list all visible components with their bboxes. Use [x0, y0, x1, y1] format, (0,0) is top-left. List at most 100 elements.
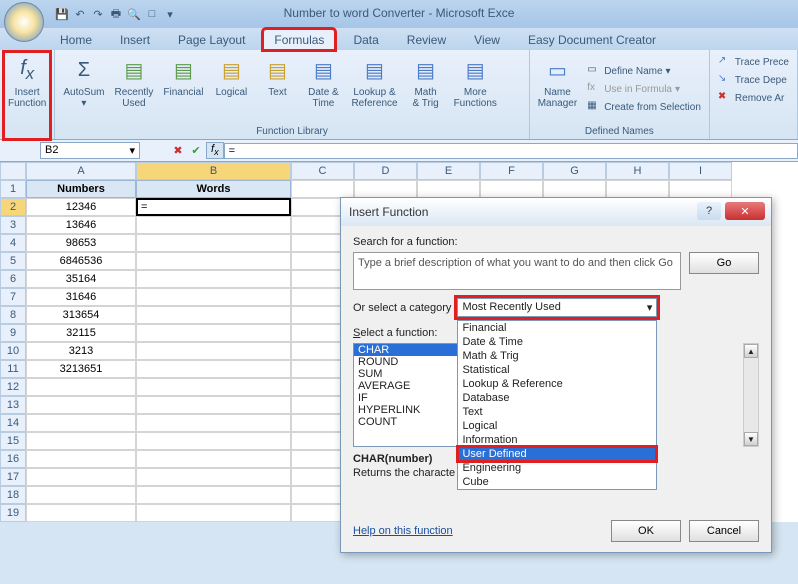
- cell[interactable]: [26, 378, 136, 396]
- cell[interactable]: [136, 486, 291, 504]
- formula-input[interactable]: =: [224, 143, 798, 159]
- dialog-help-button[interactable]: ?: [697, 202, 721, 220]
- help-link[interactable]: Help on this function: [353, 525, 453, 537]
- row-header[interactable]: 11: [0, 360, 26, 378]
- cell[interactable]: 32115: [26, 324, 136, 342]
- cell[interactable]: 12346: [26, 198, 136, 216]
- row-header[interactable]: 12: [0, 378, 26, 396]
- col-header-a[interactable]: A: [26, 162, 136, 180]
- use-in-formula-button[interactable]: fxUse in Formula ▾: [585, 81, 703, 97]
- define-name-button[interactable]: ▭Define Name ▾: [585, 63, 703, 79]
- col-header-c[interactable]: C: [291, 162, 354, 180]
- row-header[interactable]: 13: [0, 396, 26, 414]
- date-time-button[interactable]: ▤Date & Time: [301, 52, 345, 126]
- col-header-e[interactable]: E: [417, 162, 480, 180]
- cell[interactable]: Numbers: [26, 180, 136, 198]
- cell[interactable]: [136, 360, 291, 378]
- cell[interactable]: [136, 306, 291, 324]
- tab-home[interactable]: Home: [50, 30, 102, 50]
- cell[interactable]: [136, 396, 291, 414]
- tab-data[interactable]: Data: [343, 30, 388, 50]
- row-header[interactable]: 17: [0, 468, 26, 486]
- category-option[interactable]: Math & Trig: [458, 349, 656, 363]
- function-item[interactable]: SUM: [354, 368, 462, 380]
- row-header[interactable]: 4: [0, 234, 26, 252]
- insert-function-button[interactable]: fx Insert Function: [4, 52, 50, 139]
- cell[interactable]: [26, 450, 136, 468]
- function-list-scrollbar[interactable]: ▲ ▼: [743, 343, 759, 447]
- scroll-down-icon[interactable]: ▼: [744, 432, 758, 446]
- category-select[interactable]: Most Recently Used ▾: [457, 298, 657, 317]
- cell[interactable]: 13646: [26, 216, 136, 234]
- dialog-close-button[interactable]: ✕: [725, 202, 765, 220]
- logical-button[interactable]: ▤Logical: [209, 52, 253, 126]
- col-header-h[interactable]: H: [606, 162, 669, 180]
- row-header[interactable]: 15: [0, 432, 26, 450]
- save-icon[interactable]: 💾: [54, 6, 70, 22]
- cell[interactable]: [136, 378, 291, 396]
- row-header[interactable]: 19: [0, 504, 26, 522]
- ok-button[interactable]: OK: [611, 520, 681, 542]
- row-header[interactable]: 18: [0, 486, 26, 504]
- redo-icon[interactable]: ↷: [90, 6, 106, 22]
- row-header[interactable]: 6: [0, 270, 26, 288]
- row-header[interactable]: 8: [0, 306, 26, 324]
- enter-formula-icon[interactable]: ✔: [188, 143, 204, 159]
- category-option[interactable]: Lookup & Reference: [458, 377, 656, 391]
- row-header[interactable]: 7: [0, 288, 26, 306]
- row-header[interactable]: 9: [0, 324, 26, 342]
- cell[interactable]: [136, 468, 291, 486]
- cell[interactable]: 3213: [26, 342, 136, 360]
- cell[interactable]: 98653: [26, 234, 136, 252]
- remove-arrows-button[interactable]: ✖Remove Ar: [716, 90, 791, 106]
- trace-precedents-button[interactable]: ↗Trace Prece: [716, 54, 791, 70]
- tab-insert[interactable]: Insert: [110, 30, 160, 50]
- more-functions-button[interactable]: ▤More Functions: [450, 52, 501, 126]
- col-header-f[interactable]: F: [480, 162, 543, 180]
- category-option[interactable]: User Defined: [458, 447, 656, 461]
- cell[interactable]: [26, 396, 136, 414]
- scroll-up-icon[interactable]: ▲: [744, 344, 758, 358]
- cell[interactable]: [606, 180, 669, 198]
- category-option[interactable]: Financial: [458, 321, 656, 335]
- cell[interactable]: [136, 414, 291, 432]
- print-icon[interactable]: 🖶: [108, 6, 124, 22]
- function-item[interactable]: COUNT: [354, 416, 462, 428]
- tab-review[interactable]: Review: [397, 30, 456, 50]
- trace-dependents-button[interactable]: ↘Trace Depe: [716, 72, 791, 88]
- category-option[interactable]: Engineering: [458, 461, 656, 475]
- cell[interactable]: [136, 432, 291, 450]
- function-item[interactable]: IF: [354, 392, 462, 404]
- cell[interactable]: [136, 324, 291, 342]
- go-button[interactable]: Go: [689, 252, 759, 274]
- cell[interactable]: [136, 342, 291, 360]
- cell[interactable]: [26, 432, 136, 450]
- row-header[interactable]: 16: [0, 450, 26, 468]
- category-option[interactable]: Logical: [458, 419, 656, 433]
- cell[interactable]: 3213651: [26, 360, 136, 378]
- lookup-button[interactable]: ▤Lookup & Reference: [347, 52, 401, 126]
- function-list[interactable]: CHARROUNDSUMAVERAGEIFHYPERLINKCOUNT: [353, 343, 463, 447]
- cell[interactable]: 31646: [26, 288, 136, 306]
- cell[interactable]: [543, 180, 606, 198]
- cell[interactable]: [136, 234, 291, 252]
- name-box[interactable]: B2▾: [40, 142, 140, 159]
- cell[interactable]: [136, 288, 291, 306]
- undo-icon[interactable]: ↶: [72, 6, 88, 22]
- cell[interactable]: [480, 180, 543, 198]
- function-item[interactable]: CHAR: [354, 344, 462, 356]
- category-option[interactable]: Cube: [458, 475, 656, 489]
- cell[interactable]: [136, 216, 291, 234]
- cell[interactable]: [417, 180, 480, 198]
- col-header-i[interactable]: I: [669, 162, 732, 180]
- namebox-dropdown-icon[interactable]: ▾: [129, 144, 135, 157]
- cell[interactable]: [354, 180, 417, 198]
- tab-page-layout[interactable]: Page Layout: [168, 30, 255, 50]
- category-option[interactable]: Database: [458, 391, 656, 405]
- cell[interactable]: Words: [136, 180, 291, 198]
- cell[interactable]: 6846536: [26, 252, 136, 270]
- cell[interactable]: =: [136, 198, 291, 216]
- select-all-corner[interactable]: [0, 162, 26, 180]
- function-item[interactable]: AVERAGE: [354, 380, 462, 392]
- cell[interactable]: [26, 504, 136, 522]
